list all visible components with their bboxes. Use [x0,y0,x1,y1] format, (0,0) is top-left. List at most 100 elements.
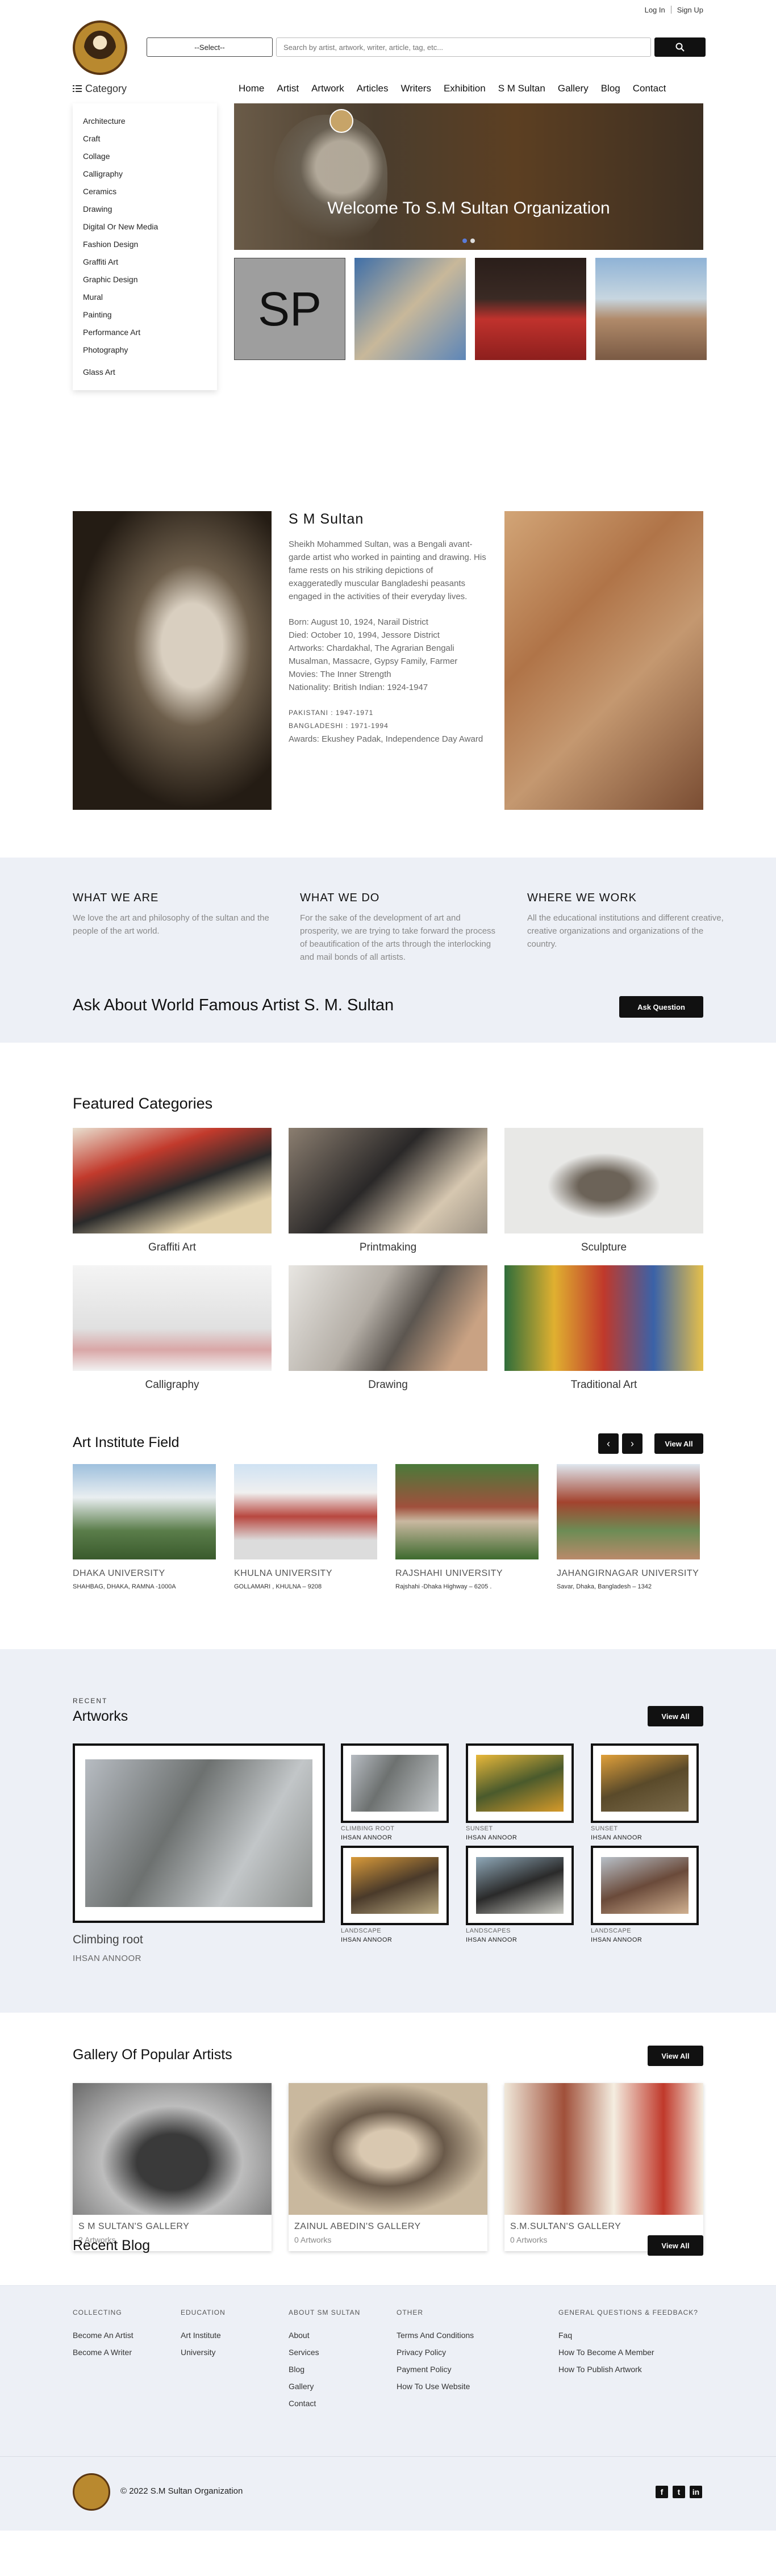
footer-link[interactable]: Blog [289,2361,360,2378]
nav-gallery[interactable]: Gallery [558,83,589,94]
institute-card[interactable]: RAJSHAHI UNIVERSITY Rajshahi -Dhaka High… [395,1464,539,1590]
blog-title: Recent Blog [73,2238,151,2253]
category-item[interactable]: Fashion Design [83,236,217,253]
facebook-icon[interactable]: f [656,2486,668,2498]
category-card[interactable]: Calligraphy [73,1265,272,1391]
artwork-card[interactable]: SUNSET IHSAN ANNOOR [466,1743,574,1841]
nav-artwork[interactable]: Artwork [311,83,344,94]
artwork-card[interactable]: LANDSCAPES IHSAN ANNOOR [466,1846,574,1943]
footer-link[interactable]: Faq [558,2327,698,2344]
category-item[interactable]: Graphic Design [83,271,217,288]
footer-link[interactable]: Become An Artist [73,2327,133,2344]
category-item[interactable]: Drawing [83,200,217,218]
chevron-left-icon[interactable]: ‹ [598,1433,619,1454]
view-all-button[interactable]: View All [648,1706,703,1726]
artwork-card[interactable]: LANDSCAPE IHSAN ANNOOR [341,1846,449,1943]
category-card[interactable]: Drawing [289,1265,487,1391]
hero-banner[interactable]: Welcome To S.M Sultan Organization [234,103,703,250]
nav-links: Home Artist Artwork Articles Writers Exh… [239,83,666,94]
featured-artwork[interactable] [73,1743,325,1923]
footer-link[interactable]: About [289,2327,360,2344]
category-item[interactable]: Collage [83,148,217,165]
view-all-button[interactable]: View All [654,1433,703,1454]
category-item[interactable]: Performance Art [83,324,217,341]
institute-image [73,1464,216,1559]
nav-home[interactable]: Home [239,83,264,94]
artwork-card[interactable]: CLIMBING ROOT IHSAN ANNOOR [341,1743,449,1841]
gallery-card[interactable]: ZAINUL ABEDIN'S GALLERY 0 Artworks [289,2083,487,2251]
category-item[interactable]: Glass Art [83,363,217,381]
carousel-dot[interactable] [470,239,475,243]
footer-link[interactable]: Contact [289,2395,360,2412]
institute-card[interactable]: KHULNA UNIVERSITY GOLLAMARI , KHULNA – 9… [234,1464,377,1590]
footer-link[interactable]: How To Become A Member [558,2344,698,2361]
ask-question-button[interactable]: Ask Question [619,996,703,1018]
footer-link[interactable]: Terms And Conditions [397,2327,474,2344]
institute-card[interactable]: JAHANGIRNAGAR UNIVERSITY Savar, Dhaka, B… [557,1464,700,1590]
footer-link[interactable]: How To Publish Artwork [558,2361,698,2378]
thumbnail-sp[interactable]: SP [234,258,345,360]
category-card[interactable]: Graffiti Art [73,1128,272,1254]
category-image [289,1265,487,1371]
artwork-card[interactable]: SUNSET IHSAN ANNOOR [591,1743,699,1841]
footer-link[interactable]: Become A Writer [73,2344,133,2361]
gallery-card[interactable]: S.M.SULTAN'S GALLERY 0 Artworks [504,2083,703,2251]
footer-link[interactable]: Gallery [289,2378,360,2395]
mission-heading: WHERE WE WORK [527,892,637,904]
thumbnail-person[interactable] [475,258,586,360]
institute-card[interactable]: DHAKA UNIVERSITY SHAHBAG, DHAKA, RAMNA -… [73,1464,216,1590]
linkedin-icon[interactable]: in [690,2486,702,2498]
category-item[interactable]: Mural [83,288,217,306]
gallery-card[interactable]: S M SULTAN'S GALLERY 2 Artworks [73,2083,272,2251]
search-button[interactable] [654,37,706,57]
nav-exhibition[interactable]: Exhibition [444,83,486,94]
category-item[interactable]: Photography [83,341,217,359]
carousel-dot[interactable] [462,239,467,243]
gallery-section: Gallery Of Popular Artists View All S M … [0,2013,776,2285]
artwork-title: SUNSET [591,1825,618,1832]
login-link[interactable]: Log In [645,6,665,14]
artwork-card[interactable]: LANDSCAPE IHSAN ANNOOR [591,1846,699,1943]
category-card[interactable]: Traditional Art [504,1265,703,1391]
view-all-button[interactable]: View All [648,2235,703,2256]
category-toggle[interactable]: Category [73,83,239,95]
thumbnail-person[interactable] [595,258,707,360]
category-select[interactable]: --Select-- [147,37,273,57]
thumbnail-painting[interactable] [354,258,466,360]
category-item[interactable]: Architecture [83,112,217,130]
category-item[interactable]: Calligraphy [83,165,217,183]
category-image [73,1128,272,1233]
nav-contact[interactable]: Contact [633,83,666,94]
footer-link[interactable]: Services [289,2344,360,2361]
list-icon [73,85,82,92]
about-title: S M Sultan [289,511,364,527]
footer-logo[interactable] [73,2473,110,2511]
site-logo[interactable] [73,20,127,75]
about-nationality: Nationality: British Indian: 1924-1947 [289,683,428,692]
category-card[interactable]: Printmaking [289,1128,487,1254]
footer-link[interactable]: How To Use Website [397,2378,474,2395]
nav-artist[interactable]: Artist [277,83,299,94]
category-item[interactable]: Digital Or New Media [83,218,217,236]
category-item[interactable]: Painting [83,306,217,324]
category-label: Category [85,82,127,94]
nav-writers[interactable]: Writers [400,83,431,94]
nav-articles[interactable]: Articles [357,83,389,94]
twitter-icon[interactable]: t [673,2486,685,2498]
view-all-button[interactable]: View All [648,2046,703,2066]
category-card[interactable]: Sculpture [504,1128,703,1254]
search-input[interactable] [276,37,651,57]
institute-address: SHAHBAG, DHAKA, RAMNA -1000A [73,1583,176,1590]
chevron-right-icon[interactable]: › [622,1433,643,1454]
nav-blog[interactable]: Blog [601,83,620,94]
signup-link[interactable]: Sign Up [677,6,703,14]
category-item[interactable]: Graffiti Art [83,253,217,271]
footer-link[interactable]: University [181,2344,226,2361]
category-item[interactable]: Craft [83,130,217,148]
mission-column: WHAT WE DO For the sake of the developme… [300,892,499,964]
category-item[interactable]: Ceramics [83,183,217,200]
nav-sm-sultan[interactable]: S M Sultan [498,83,545,94]
footer-link[interactable]: Art Institute [181,2327,226,2344]
footer-link[interactable]: Privacy Policy [397,2344,474,2361]
footer-link[interactable]: Payment Policy [397,2361,474,2378]
